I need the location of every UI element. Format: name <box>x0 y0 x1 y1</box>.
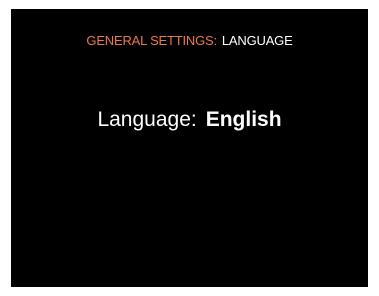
breadcrumb: GENERAL SETTINGS: LANGUAGE <box>11 33 368 48</box>
language-label: Language: <box>97 108 197 131</box>
breadcrumb-page: LANGUAGE <box>221 33 293 48</box>
language-value[interactable]: English <box>206 108 282 131</box>
language-setting[interactable]: Language: English <box>11 108 368 132</box>
breadcrumb-section: GENERAL SETTINGS: <box>86 33 217 48</box>
settings-screen: GENERAL SETTINGS: LANGUAGE Language: Engli… <box>11 9 368 287</box>
